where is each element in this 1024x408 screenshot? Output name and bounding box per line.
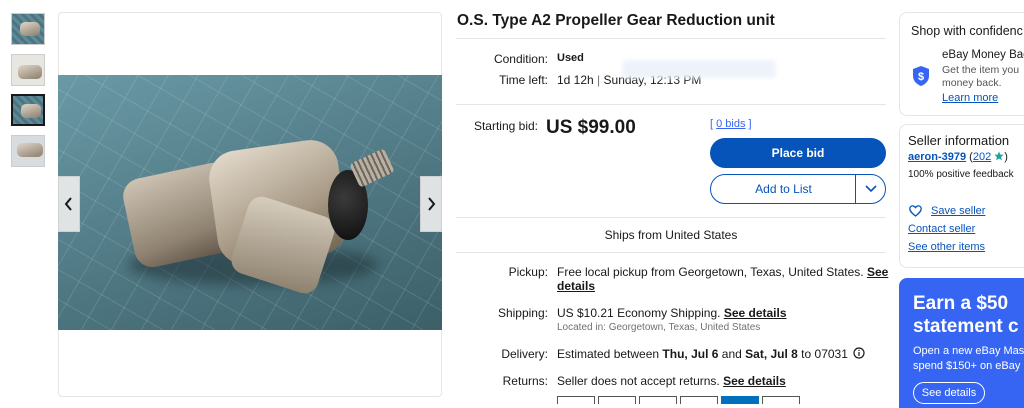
shipping-label: Shipping: <box>497 306 548 320</box>
returns-label: Returns: <box>502 374 548 388</box>
thumbnail-2[interactable] <box>11 54 45 86</box>
promo-headline-1: Earn a $50 <box>913 293 1009 314</box>
chevron-right-icon <box>428 197 436 211</box>
heart-icon[interactable] <box>909 205 922 217</box>
divider <box>456 104 886 105</box>
returns-details-link[interactable]: See details <box>723 374 786 388</box>
payment-logo <box>557 396 595 404</box>
starting-bid-label: Starting bid: <box>473 119 538 133</box>
payment-logo <box>639 396 677 404</box>
chevron-down-icon <box>865 185 877 193</box>
blurred-info <box>622 60 776 78</box>
pickup-details-link[interactable]: details <box>557 279 595 293</box>
condition-label: Condition: <box>493 52 548 66</box>
ships-from: Ships from United States <box>604 228 738 242</box>
shipping-text: US $10.21 Economy Shipping. See details <box>557 306 787 320</box>
place-bid-button[interactable]: Place bid <box>710 138 886 168</box>
add-to-list-label[interactable]: Add to List <box>711 175 856 203</box>
next-image-button[interactable] <box>420 176 442 232</box>
payment-logo <box>721 396 759 404</box>
thumbnail-1[interactable] <box>11 13 45 45</box>
money-back-text-2: money back. <box>942 77 1002 89</box>
svg-text:$: $ <box>918 71 924 83</box>
product-image[interactable] <box>58 75 442 330</box>
divider <box>456 252 886 253</box>
see-other-items-link[interactable]: See other items <box>908 241 985 253</box>
contact-seller-link[interactable]: Contact seller <box>908 223 975 235</box>
confidence-title: Shop with confidenc <box>911 24 1023 38</box>
seller-name-link[interactable]: aeron-3979 <box>908 151 966 163</box>
chevron-left-icon <box>64 197 72 211</box>
item-title: O.S. Type A2 Propeller Gear Reduction un… <box>457 12 775 29</box>
add-to-list-button[interactable]: Add to List <box>710 174 886 204</box>
learn-more-link[interactable]: Learn more <box>942 92 998 104</box>
divider <box>456 38 886 39</box>
time-left-label: Time left: <box>499 73 548 87</box>
shield-icon: $ <box>913 66 929 86</box>
info-icon[interactable] <box>853 347 865 359</box>
promo-headline-2: statement c <box>913 316 1019 337</box>
money-back-text-1: Get the item you <box>942 64 1020 76</box>
returns-text: Seller does not accept returns. See deta… <box>557 374 786 388</box>
seller-info-title: Seller information <box>908 133 1010 148</box>
condition-value: Used <box>557 52 584 64</box>
thumbnail-4[interactable] <box>11 135 45 167</box>
pickup-details-line: details <box>557 279 595 293</box>
thumbnail-3[interactable] <box>11 94 45 126</box>
payment-logo <box>598 396 636 404</box>
delivery-text: Estimated between Thu, Jul 6 and Sat, Ju… <box>557 347 865 361</box>
money-back-title: eBay Money Bac <box>942 49 1024 61</box>
feedback-count-link[interactable]: 202 <box>973 151 991 163</box>
shop-with-confidence-card: Shop with confidenc $ eBay Money Bac Get… <box>899 12 1024 116</box>
pickup-text: Free local pickup from Georgetown, Texas… <box>557 265 889 279</box>
promo-body-1: Open a new eBay Mas <box>913 345 1024 357</box>
prev-image-button[interactable] <box>58 176 80 232</box>
bids-count: [ 0 bids ] <box>710 118 752 130</box>
promo-body-2: spend $150+ on eBay <box>913 360 1021 372</box>
located-in: Located in: Georgetown, Texas, United St… <box>557 322 761 333</box>
seller-feedback-line: aeron-3979 (202 ) <box>908 151 1008 163</box>
starting-bid-price: US $99.00 <box>546 117 636 138</box>
payment-logo <box>680 396 718 404</box>
positive-feedback: 100% positive feedback <box>908 169 1014 180</box>
pickup-label: Pickup: <box>508 265 548 279</box>
payment-logo <box>762 396 800 404</box>
shipping-details-link[interactable]: See details <box>724 306 787 320</box>
credit-card-promo[interactable]: Earn a $50 statement c Open a new eBay M… <box>899 278 1024 408</box>
delivery-label: Delivery: <box>501 347 548 361</box>
bids-link[interactable]: 0 bids <box>716 118 745 130</box>
add-to-list-dropdown[interactable] <box>856 175 886 203</box>
save-seller-link[interactable]: Save seller <box>931 205 985 217</box>
pickup-see-link[interactable]: See <box>867 265 888 279</box>
seller-information-card: Seller information aeron-3979 (202 ) 100… <box>899 124 1024 268</box>
star-icon <box>994 151 1004 161</box>
